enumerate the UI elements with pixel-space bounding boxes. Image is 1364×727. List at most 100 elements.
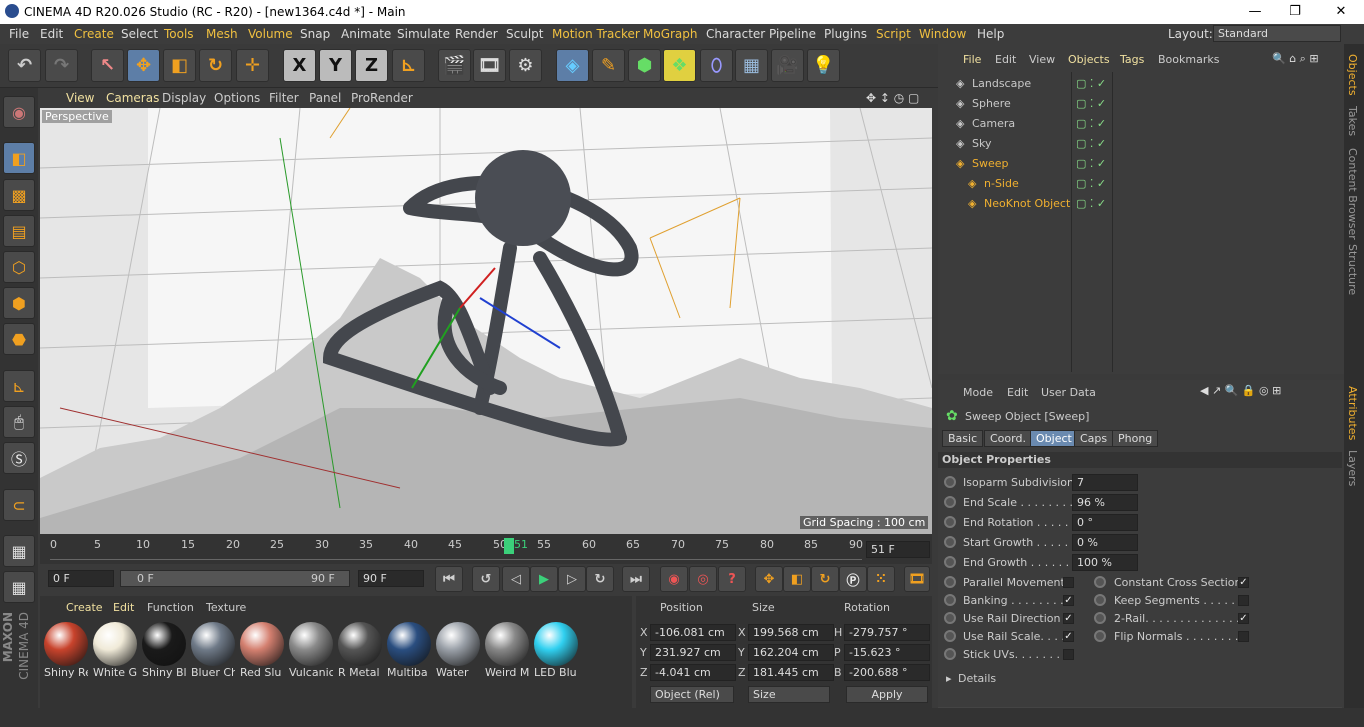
- visibility-toggle-icon[interactable]: ▢ ⁚ ✓: [1076, 117, 1106, 130]
- record-icon[interactable]: ◉: [660, 566, 688, 592]
- position-x-field[interactable]: -106.081 cm: [650, 624, 736, 641]
- key-parameter-icon[interactable]: Ⓟ: [839, 566, 867, 592]
- object-name[interactable]: Sphere: [972, 97, 1011, 110]
- tab-basic[interactable]: Basic: [942, 430, 984, 447]
- minimize-button[interactable]: —: [1240, 2, 1270, 22]
- position-z-field[interactable]: -4.041 cm: [650, 664, 736, 681]
- next-key-icon[interactable]: ↻: [586, 566, 614, 592]
- material-menu-function[interactable]: Function: [147, 601, 194, 614]
- option-checkbox[interactable]: [1238, 631, 1249, 642]
- key-scale-icon[interactable]: ◧: [783, 566, 811, 592]
- animate-radio-icon[interactable]: [944, 576, 956, 588]
- menu-animate[interactable]: Animate: [341, 27, 391, 41]
- object-row[interactable]: ◈ Sweep ▢ ⁚ ✓: [938, 154, 1344, 174]
- menu-render[interactable]: Render: [455, 27, 498, 41]
- menu-create[interactable]: Create: [74, 27, 114, 41]
- side-tab-attributes[interactable]: Attributes: [1346, 386, 1359, 440]
- rotation-h-field[interactable]: -279.757 °: [844, 624, 930, 641]
- layout-dropdown[interactable]: Standard: [1213, 25, 1341, 42]
- animate-radio-icon[interactable]: [944, 556, 956, 568]
- size-x-field[interactable]: 199.568 cm: [748, 624, 834, 641]
- tab-object[interactable]: Object: [1030, 430, 1078, 447]
- viewport-menu-filter[interactable]: Filter: [269, 91, 299, 105]
- subdivision-icon[interactable]: ⬢: [628, 49, 661, 82]
- floor-icon[interactable]: ▦: [735, 49, 768, 82]
- animate-radio-icon[interactable]: [944, 630, 956, 642]
- menu-help[interactable]: Help: [977, 27, 1004, 41]
- tab-phong[interactable]: Phong: [1112, 430, 1159, 447]
- size-z-field[interactable]: 181.445 cm: [748, 664, 834, 681]
- deformer-icon[interactable]: ⬯: [700, 49, 733, 82]
- redo-icon[interactable]: ↷: [45, 49, 78, 82]
- objects-menu-objects[interactable]: Objects: [1068, 53, 1110, 66]
- timeline[interactable]: 0 5 10 15 20 25 30 35 40 45 50 55 60 65 …: [40, 534, 932, 564]
- animate-radio-icon[interactable]: [944, 536, 956, 548]
- object-name[interactable]: Sky: [972, 137, 991, 150]
- x-axis-icon[interactable]: X: [283, 49, 316, 82]
- animate-radio-icon[interactable]: [1094, 630, 1106, 642]
- camera-icon[interactable]: 🎥: [771, 49, 804, 82]
- material-swatch[interactable]: [387, 622, 431, 666]
- option-checkbox[interactable]: ✓: [1238, 613, 1249, 624]
- attributes-menu-edit[interactable]: Edit: [1007, 386, 1028, 399]
- previous-frame-icon[interactable]: ◁: [502, 566, 530, 592]
- side-tab-structure[interactable]: Structure: [1346, 244, 1359, 295]
- option-checkbox[interactable]: [1238, 595, 1249, 606]
- object-name[interactable]: Camera: [972, 117, 1015, 130]
- side-tab-objects[interactable]: Objects: [1346, 54, 1359, 96]
- material-swatch[interactable]: [485, 622, 529, 666]
- viewport-menu-options[interactable]: Options: [214, 91, 260, 105]
- object-name[interactable]: Sweep: [972, 157, 1009, 170]
- viewport-menu-prorender[interactable]: ProRender: [351, 91, 413, 105]
- object-name[interactable]: NeoKnot Object: [984, 197, 1070, 210]
- make-editable-icon[interactable]: ◉: [3, 96, 35, 128]
- scale-icon[interactable]: ◧: [163, 49, 196, 82]
- go-to-start-icon[interactable]: ⏮: [435, 566, 463, 592]
- polygons-mode-icon[interactable]: ⬣: [3, 323, 35, 355]
- animate-radio-icon[interactable]: [944, 594, 956, 606]
- material-swatch[interactable]: [93, 622, 137, 666]
- menu-motion-tracker[interactable]: Motion Tracker: [552, 27, 640, 41]
- material-swatch[interactable]: [44, 622, 88, 666]
- material-swatch[interactable]: [289, 622, 333, 666]
- menu-script[interactable]: Script: [876, 27, 911, 41]
- viewport-menu-cameras[interactable]: Cameras: [106, 91, 159, 105]
- apply-button[interactable]: Apply: [846, 686, 928, 703]
- light-icon[interactable]: 💡: [807, 49, 840, 82]
- z-axis-icon[interactable]: Z: [355, 49, 388, 82]
- objects-menu-tags[interactable]: Tags: [1120, 53, 1144, 66]
- animate-radio-icon[interactable]: [944, 516, 956, 528]
- coordinate-mode-dropdown[interactable]: Object (Rel): [650, 686, 734, 703]
- visibility-toggle-icon[interactable]: ▢ ⁚ ✓: [1076, 77, 1106, 90]
- object-row[interactable]: ◈ Camera ▢ ⁚ ✓: [938, 114, 1344, 134]
- material-swatch[interactable]: [142, 622, 186, 666]
- option-checkbox[interactable]: ✓: [1238, 577, 1249, 588]
- menu-volume[interactable]: Volume: [248, 27, 293, 41]
- material-menu-create[interactable]: Create: [66, 601, 103, 614]
- rotation-b-field[interactable]: -200.688 °: [844, 664, 930, 681]
- play-icon[interactable]: ▶: [530, 566, 558, 592]
- previous-key-icon[interactable]: ↺: [472, 566, 500, 592]
- maximize-button[interactable]: ❐: [1280, 2, 1310, 22]
- viewport-menu-panel[interactable]: Panel: [309, 91, 341, 105]
- tab-coord[interactable]: Coord.: [984, 430, 1032, 447]
- texture-mode-icon[interactable]: ▩: [3, 179, 35, 211]
- visibility-toggle-icon[interactable]: ▢ ⁚ ✓: [1076, 157, 1106, 170]
- field-value[interactable]: 0 %: [1072, 534, 1138, 551]
- y-axis-icon[interactable]: Y: [319, 49, 352, 82]
- menu-pipeline[interactable]: Pipeline: [769, 27, 816, 41]
- timeline-ruler[interactable]: 0 5 10 15 20 25 30 35 40 45 50 55 60 65 …: [50, 538, 863, 560]
- workplane-lock-icon[interactable]: ▦: [3, 535, 35, 567]
- axis-mode-icon[interactable]: ⊾: [3, 370, 35, 402]
- option-checkbox[interactable]: ✓: [1063, 631, 1074, 642]
- attributes-menu-user-data[interactable]: User Data: [1041, 386, 1096, 399]
- move-icon[interactable]: ✥: [127, 49, 160, 82]
- workplane-icon[interactable]: ▦: [3, 571, 35, 603]
- attribute-navigation-icon[interactable]: ◀ ↗ 🔍 🔒 ◎ ⊞: [1200, 384, 1281, 397]
- cube-icon[interactable]: ◈: [556, 49, 589, 82]
- model-mode-icon[interactable]: ◧: [3, 142, 35, 174]
- field-value[interactable]: 0 °: [1072, 514, 1138, 531]
- frame-range-slider[interactable]: 0 F 90 F: [120, 570, 350, 587]
- field-value[interactable]: 100 %: [1072, 554, 1138, 571]
- points-mode-icon[interactable]: ⬡: [3, 251, 35, 283]
